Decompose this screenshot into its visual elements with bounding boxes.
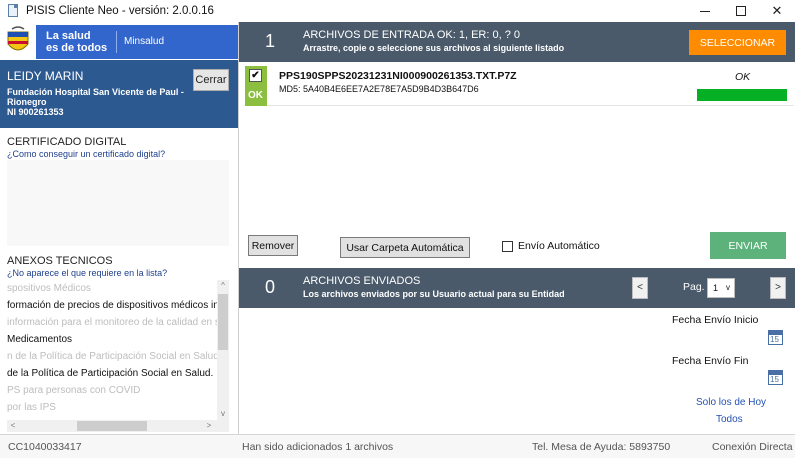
list-item[interactable]: spositivos Médicos bbox=[7, 280, 217, 297]
auto-folder-button[interactable]: Usar Carpeta Automática bbox=[340, 237, 470, 258]
ministry-logo-text: Minsalud bbox=[124, 36, 165, 47]
date-end-label: Fecha Envío Fin bbox=[672, 355, 749, 367]
outgoing-title: ARCHIVOS ENVIADOS bbox=[303, 275, 421, 287]
list-item[interactable]: formación de precios de dispositivos méd… bbox=[7, 297, 217, 314]
incoming-subtitle: Arrastre, copie o seleccione sus archivo… bbox=[303, 43, 565, 53]
auto-send-checkbox[interactable]: Envío Automático bbox=[502, 240, 600, 252]
main-panel: 1 ARCHIVOS DE ENTRADA OK: 1, ER: 0, ? 0 … bbox=[238, 22, 795, 434]
all-link[interactable]: Todos bbox=[716, 414, 743, 425]
title-bar: PISIS Cliente Neo - versión: 2.0.0.16 ✕ bbox=[0, 0, 795, 22]
upload-progress-bar bbox=[697, 89, 787, 101]
file-checkbox[interactable]: ✔ bbox=[249, 69, 262, 82]
calendar-icon[interactable]: 15 bbox=[768, 370, 783, 385]
scroll-up-icon[interactable]: ^ bbox=[217, 280, 229, 292]
file-name: PPS190SPPS20231231NI000900261353.TXT.P7Z bbox=[279, 70, 517, 82]
user-nit: NI 900261353 bbox=[7, 107, 64, 117]
status-badge: ✔ OK bbox=[245, 66, 267, 106]
checkbox-box[interactable] bbox=[502, 240, 513, 252]
status-message: Han sido adicionados 1 archivos bbox=[242, 441, 394, 453]
status-user-code: CC1040033417 bbox=[8, 441, 82, 453]
list-item[interactable]: información para el monitoreo de la cali… bbox=[7, 314, 217, 331]
logout-button[interactable]: Cerrar bbox=[193, 69, 229, 91]
ok-label: OK bbox=[248, 90, 263, 101]
file-md5: MD5: 5A40B4E6EE7A2E78E7A5D9B4D3B647D6 bbox=[279, 84, 479, 94]
scroll-thumb[interactable] bbox=[218, 294, 228, 350]
list-item[interactable]: PS para personas con COVID bbox=[7, 382, 217, 399]
page-select[interactable]: 1 v bbox=[707, 278, 735, 298]
vertical-scrollbar[interactable]: ^ v bbox=[217, 280, 229, 420]
list-item[interactable]: por las IPS bbox=[7, 399, 217, 416]
select-files-button[interactable]: SELECCIONAR bbox=[689, 30, 786, 55]
page-label: Pag. bbox=[683, 281, 705, 293]
certificate-list[interactable] bbox=[7, 160, 229, 246]
anexos-title: ANEXOS TECNICOS bbox=[7, 255, 113, 267]
close-button[interactable]: ✕ bbox=[759, 0, 795, 22]
user-name: LEIDY MARIN bbox=[7, 69, 84, 83]
list-item[interactable]: n de la Política de Participación Social… bbox=[7, 348, 217, 365]
brand-banner: La salud es de todos Minsalud bbox=[36, 25, 238, 59]
date-start-label: Fecha Envío Inicio bbox=[672, 314, 759, 326]
previous-page-button[interactable]: < bbox=[632, 277, 648, 299]
calendar-icon[interactable]: 15 bbox=[768, 330, 783, 345]
certificate-help-link[interactable]: ¿Como conseguir un certificado digital? bbox=[7, 149, 165, 159]
brand-slogan: La salud es de todos bbox=[46, 30, 108, 54]
minimize-icon bbox=[700, 10, 710, 12]
today-only-link[interactable]: Solo los de Hoy bbox=[696, 397, 766, 408]
file-row[interactable]: ✔ OK PPS190SPPS20231231NI000900261353.TX… bbox=[245, 66, 794, 106]
incoming-header: 1 ARCHIVOS DE ENTRADA OK: 1, ER: 0, ? 0 … bbox=[239, 22, 795, 62]
window-title: PISIS Cliente Neo - versión: 2.0.0.16 bbox=[26, 5, 214, 17]
file-status: OK bbox=[735, 71, 751, 83]
progress-fill bbox=[697, 89, 787, 101]
list-item[interactable]: Medicamentos bbox=[7, 331, 217, 348]
horizontal-scrollbar[interactable]: < > bbox=[7, 420, 229, 432]
maximize-icon bbox=[736, 6, 746, 16]
chevron-down-icon: v bbox=[726, 283, 730, 292]
next-page-button[interactable]: > bbox=[770, 277, 786, 299]
user-panel: LEIDY MARIN Fundación Hospital San Vicen… bbox=[0, 60, 238, 128]
status-bar: CC1040033417 Han sido adicionados 1 arch… bbox=[0, 434, 795, 458]
send-button[interactable]: ENVIAR bbox=[710, 232, 786, 259]
certificate-title: CERTIFICADO DIGITAL bbox=[7, 136, 127, 148]
anexos-list[interactable]: spositivos Médicos formación de precios … bbox=[7, 280, 229, 432]
maximize-button[interactable] bbox=[723, 0, 759, 22]
outgoing-header: 0 ARCHIVOS ENVIADOS Los archivos enviado… bbox=[239, 268, 795, 308]
left-panel: La salud es de todos Minsalud LEIDY MARI… bbox=[0, 22, 238, 434]
user-organization: Fundación Hospital San Vicente de Paul -… bbox=[7, 87, 187, 117]
status-helpdesk: Tel. Mesa de Ayuda: 5893750 bbox=[532, 441, 671, 453]
scroll-left-icon[interactable]: < bbox=[7, 420, 19, 432]
close-icon: ✕ bbox=[771, 3, 783, 18]
anexos-help-link[interactable]: ¿No aparece el que requiere en la lista? bbox=[7, 268, 167, 278]
outgoing-count: 0 bbox=[265, 277, 276, 297]
outgoing-subtitle: Los archivos enviados por su Usuario act… bbox=[303, 289, 565, 299]
minimize-button[interactable] bbox=[687, 0, 723, 22]
list-item[interactable]: de la Política de Participación Social e… bbox=[7, 365, 217, 382]
window-controls: ✕ bbox=[687, 0, 795, 22]
app-icon bbox=[6, 4, 20, 18]
scroll-thumb[interactable] bbox=[77, 421, 147, 431]
incoming-count: 1 bbox=[265, 31, 276, 51]
scroll-right-icon[interactable]: > bbox=[203, 420, 215, 432]
brand-header: La salud es de todos Minsalud bbox=[0, 22, 238, 60]
brand-separator bbox=[116, 31, 117, 53]
auto-send-label: Envío Automático bbox=[518, 240, 600, 252]
scroll-down-icon[interactable]: v bbox=[217, 408, 229, 420]
status-connection: Conexión Directa bbox=[712, 441, 793, 453]
remove-button[interactable]: Remover bbox=[248, 235, 298, 256]
incoming-title: ARCHIVOS DE ENTRADA OK: 1, ER: 0, ? 0 bbox=[303, 29, 521, 41]
coat-of-arms-icon bbox=[7, 26, 29, 51]
